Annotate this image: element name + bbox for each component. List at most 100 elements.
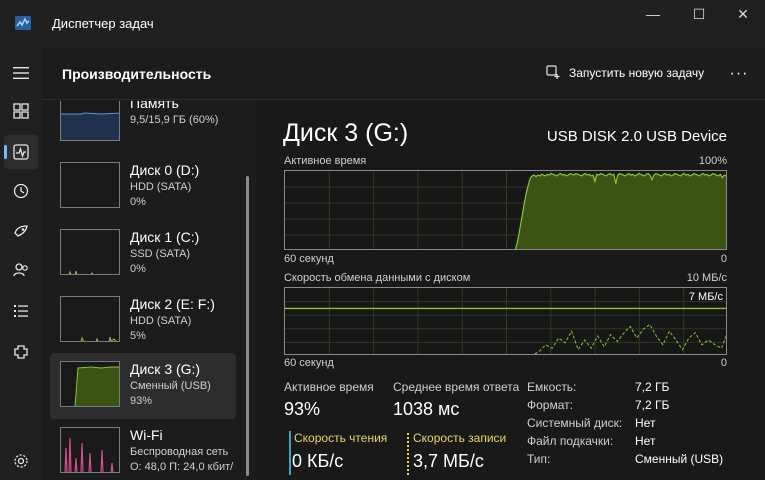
avg-response-stat-label: Среднее время ответа (393, 380, 520, 394)
device-usage: 93% (130, 395, 153, 407)
run-task-icon (546, 65, 560, 79)
transfer-rate-graph (284, 287, 727, 355)
hamburger-icon (13, 67, 29, 79)
info-key-page-file: Файл подкачки: (527, 434, 614, 448)
processes-icon (13, 103, 29, 119)
task-manager-app-icon (15, 16, 31, 30)
info-key-system-disk: Системный диск: (527, 416, 623, 430)
nav-services[interactable] (4, 335, 38, 369)
device-usage: О: 48,0 П: 24,0 кбит/ (130, 461, 234, 473)
active-time-graph (284, 170, 727, 250)
info-key-type: Тип: (527, 452, 551, 466)
title-bar: Диспетчер задач — ☐ ✕ (0, 0, 765, 48)
device-type: HDD (SATA) (130, 315, 192, 327)
info-value-capacity: 7,2 ГБ (635, 380, 670, 394)
transfer-rate-line-label: 7 МБ/с (688, 291, 723, 303)
disk-2-thumbnail-graph (60, 296, 120, 342)
disk-1-thumbnail-graph (60, 229, 120, 275)
info-value-type: Сменный (USB) (635, 452, 724, 466)
device-list-scrollbar[interactable] (246, 176, 249, 476)
performance-icon (13, 144, 29, 160)
nav-details[interactable] (4, 294, 38, 328)
close-button[interactable]: ✕ (720, 0, 765, 28)
transfer-rate-graph-label: Скорость обмена данными с диском (284, 272, 471, 284)
minimize-button[interactable]: — (630, 0, 676, 28)
device-name: Wi-Fi (130, 427, 163, 443)
disk-0-thumbnail-graph (60, 162, 120, 208)
device-disk-2[interactable]: Диск 2 (E: F:) HDD (SATA) 5% (50, 288, 236, 354)
device-name: Диск 0 (D:) (130, 162, 200, 178)
page-title: Производительность (62, 66, 212, 82)
device-memory[interactable]: Память 9,5/15,9 ГБ (60%) (50, 101, 236, 153)
active-time-graph-timespan: 60 секунд (284, 253, 334, 265)
disk-3-thumbnail-graph (60, 361, 120, 407)
write-speed-label: Скорость записи (413, 431, 507, 445)
device-name: Память (130, 101, 179, 111)
write-speed-value: 3,7 МБ/с (413, 451, 484, 471)
info-key-capacity: Емкость: (527, 380, 577, 394)
more-icon: ··· (729, 65, 749, 82)
device-type: SSD (SATA) (130, 248, 191, 260)
users-icon (13, 263, 28, 277)
wifi-thumbnail-graph (60, 427, 120, 473)
memory-thumbnail-graph (60, 101, 120, 141)
details-icon (14, 305, 28, 317)
device-type: Сменный (USB) (130, 380, 211, 392)
transfer-rate-graph-timespan: 60 секунд (284, 357, 334, 369)
graph-grid (285, 288, 726, 354)
startup-icon (14, 225, 28, 237)
device-list: Память 9,5/15,9 ГБ (60%) Диск 0 (D:) HDD… (42, 101, 254, 480)
info-key-format: Формат: (527, 398, 573, 412)
nav-performance[interactable] (4, 135, 38, 169)
device-usage: 0% (130, 196, 146, 208)
active-time-graph-max: 100% (698, 155, 727, 167)
device-type: HDD (SATA) (130, 181, 192, 193)
device-wifi[interactable]: Wi-Fi Беспроводная сеть О: 48,0 П: 24,0 … (50, 419, 236, 480)
device-name: Диск 1 (C:) (130, 229, 200, 245)
read-speed-accent (289, 431, 291, 475)
device-detail: 9,5/15,9 ГБ (60%) (130, 114, 219, 126)
write-speed-accent (407, 433, 409, 475)
device-name: Диск 3 (G:) (130, 361, 201, 377)
device-usage: 5% (130, 330, 146, 342)
device-usage: 0% (130, 263, 146, 275)
history-icon (13, 183, 29, 199)
device-type: Беспроводная сеть (130, 446, 229, 458)
read-speed-label: Скорость чтения (294, 431, 388, 445)
run-new-task-button[interactable]: Запустить новую задачу (546, 65, 704, 80)
disk-model: USB DISK 2.0 USB Device (546, 128, 727, 145)
maximize-icon: ☐ (692, 5, 706, 22)
more-options-button[interactable]: ··· (727, 62, 751, 86)
nav-users[interactable] (4, 253, 38, 287)
nav-app-history[interactable] (4, 174, 38, 208)
active-time-stat-label: Активное время (284, 380, 374, 394)
active-time-graph-label: Активное время (284, 155, 367, 167)
nav-startup-apps[interactable] (4, 214, 38, 248)
avg-response-stat-value: 1038 мс (393, 399, 460, 419)
transfer-rate-graph-max: 10 МБ/с (686, 272, 727, 284)
device-disk-3[interactable]: Диск 3 (G:) Сменный (USB) 93% (50, 353, 236, 419)
navigation-rail (0, 48, 42, 480)
window-title: Диспетчер задач (52, 16, 154, 31)
disk-title: Диск 3 (G:) (283, 119, 409, 147)
settings-button[interactable] (4, 444, 38, 478)
close-icon: ✕ (737, 5, 749, 22)
device-disk-1[interactable]: Диск 1 (C:) SSD (SATA) 0% (50, 221, 236, 287)
info-value-format: 7,2 ГБ (635, 398, 670, 412)
page-header: Производительность Запустить новую задач… (42, 48, 765, 100)
gear-icon (14, 454, 28, 468)
active-time-graph-min: 0 (720, 253, 727, 265)
info-value-page-file: Нет (635, 434, 656, 448)
device-disk-0[interactable]: Диск 0 (D:) HDD (SATA) 0% (50, 154, 236, 220)
services-icon (14, 345, 28, 359)
read-speed-value: 0 КБ/с (292, 451, 344, 471)
info-value-system-disk: Нет (635, 416, 656, 430)
run-new-task-label: Запустить новую задачу (569, 65, 705, 80)
disk-detail-panel: Диск 3 (G:) USB DISK 2.0 USB Device Акти… (256, 101, 765, 480)
device-name: Диск 2 (E: F:) (130, 296, 215, 312)
transfer-rate-graph-min: 0 (720, 357, 727, 369)
maximize-button[interactable]: ☐ (676, 0, 722, 28)
nav-processes[interactable] (4, 94, 38, 128)
minimize-icon: — (646, 6, 660, 22)
menu-button[interactable] (4, 56, 38, 90)
